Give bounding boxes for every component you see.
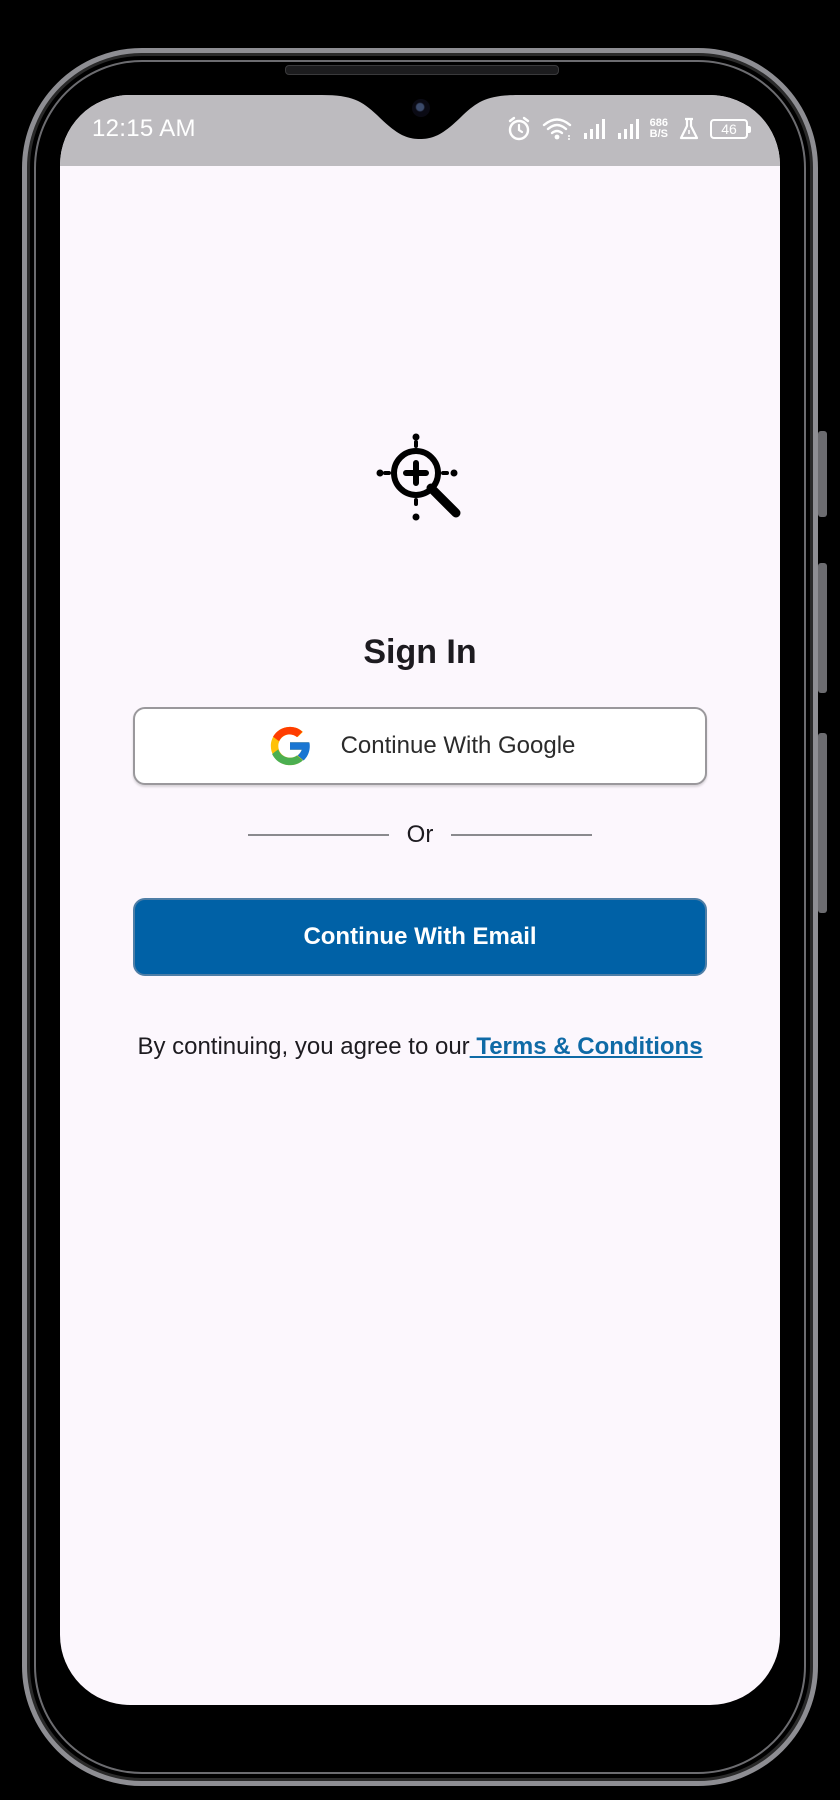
- volume-up-button: [818, 431, 827, 517]
- continue-with-email-label: Continue With Email: [303, 923, 537, 950]
- battery-icon: 46: [710, 119, 751, 139]
- terms-prefix-text: By continuing, you agree to our: [137, 1033, 470, 1060]
- status-time: 12:15 AM: [92, 115, 196, 142]
- continue-with-google-label: Continue With Google: [340, 732, 576, 759]
- divider-line-right: [451, 834, 593, 836]
- flask-icon: [678, 117, 700, 141]
- google-g-icon: [270, 726, 311, 766]
- network-speed: 686 B/S: [650, 118, 668, 140]
- or-divider: Or: [248, 815, 593, 855]
- volume-down-button: [818, 563, 827, 693]
- signal-icon: [616, 117, 640, 141]
- battery-level: 46: [721, 121, 737, 137]
- or-text: Or: [406, 821, 434, 848]
- terms-notice: By continuing, you agree to our Terms & …: [60, 1033, 780, 1061]
- front-camera: [412, 99, 430, 117]
- continue-with-email-button[interactable]: Continue With Email: [133, 898, 707, 976]
- page-title: Sign In: [363, 633, 477, 671]
- terms-and-conditions-link[interactable]: Terms & Conditions: [470, 1033, 702, 1060]
- power-button: [818, 733, 827, 913]
- signal-icon: [582, 117, 606, 141]
- status-icons: 686 B/S 46: [506, 115, 751, 143]
- wifi-icon: [542, 116, 572, 142]
- earpiece: [285, 65, 559, 75]
- network-speed-unit: B/S: [649, 128, 668, 140]
- divider-line-left: [248, 834, 389, 836]
- magnifier-plus-icon: [376, 433, 461, 521]
- continue-with-google-button[interactable]: Continue With Google: [133, 707, 707, 785]
- phone-screen: 12:15 AM 686 B/S 46 Sign In Continue Wit…: [60, 95, 780, 1705]
